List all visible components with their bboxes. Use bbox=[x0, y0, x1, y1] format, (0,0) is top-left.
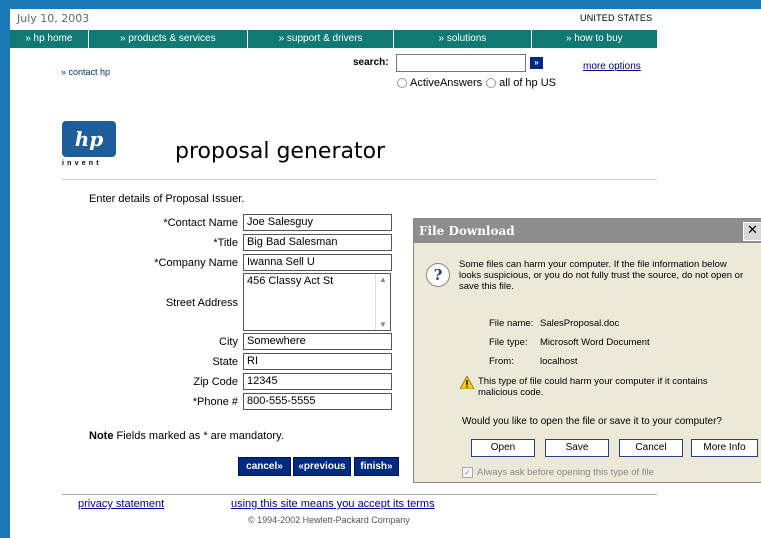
dialog-question: Would you like to open the file or save … bbox=[462, 416, 722, 427]
contact-hp-link[interactable]: » contact hp bbox=[61, 67, 110, 77]
note-bold: Note bbox=[89, 430, 114, 442]
always-ask-label: Always ask before opening this type of f… bbox=[477, 467, 654, 478]
date: July 10, 2003 bbox=[17, 12, 90, 25]
dialog-warning: This type of file could harm your comput… bbox=[478, 376, 708, 398]
more-options-link[interactable]: more options bbox=[583, 61, 641, 72]
radio-activeanswers-label: ActiveAnswers bbox=[410, 77, 483, 89]
nav-how-to-buy[interactable]: » how to buy bbox=[532, 30, 657, 48]
phone-label: *Phone # bbox=[192, 396, 238, 408]
zip-code-field[interactable]: 12345 bbox=[243, 373, 392, 390]
file-download-dialog: File Download ✕ ? Some files can harm yo… bbox=[413, 218, 761, 483]
arrow-icon: » bbox=[534, 58, 539, 67]
always-ask-checkbox[interactable]: ✓ bbox=[462, 467, 473, 478]
page: July 10, 2003 UNITED STATES » hp home » … bbox=[10, 9, 761, 538]
divider bbox=[62, 179, 657, 180]
scroll-down-icon[interactable]: ▼ bbox=[379, 320, 387, 329]
contact-name-label: *Contact Name bbox=[163, 217, 238, 229]
from-label: From: bbox=[489, 356, 514, 367]
form-intro: Enter details of Proposal Issuer. bbox=[89, 193, 245, 205]
hp-logo-mark: hp bbox=[74, 127, 104, 151]
cancel-button[interactable]: cancel» bbox=[238, 457, 291, 476]
hp-logo: hp bbox=[62, 121, 116, 157]
save-button[interactable]: Save bbox=[545, 439, 609, 457]
title-label: *Title bbox=[213, 237, 238, 249]
nav-products-services[interactable]: » products & services bbox=[89, 30, 248, 48]
phone-field[interactable]: 800-555-5555 bbox=[243, 393, 392, 410]
file-name-value: SalesProposal.doc bbox=[540, 318, 620, 329]
nav-hp-home[interactable]: » hp home bbox=[10, 30, 89, 48]
finish-button[interactable]: finish» bbox=[354, 457, 399, 476]
radio-all-hp-us[interactable] bbox=[486, 78, 497, 88]
company-name-label: *Company Name bbox=[154, 257, 238, 269]
title-field[interactable]: Big Bad Salesman bbox=[243, 234, 392, 251]
file-name-label: File name: bbox=[489, 318, 534, 329]
footer-divider bbox=[62, 494, 657, 495]
search-label: search: bbox=[353, 57, 389, 68]
privacy-statement-link[interactable]: privacy statement bbox=[78, 498, 164, 510]
radio-all-hp-us-label: all of hp US bbox=[499, 77, 557, 89]
state-label: State bbox=[212, 356, 238, 368]
dialog-cancel-button[interactable]: Cancel bbox=[619, 439, 683, 457]
page-title: proposal generator bbox=[175, 139, 386, 164]
search-scope: ActiveAnswers all of hp US bbox=[397, 77, 556, 89]
note-text: Fields marked as * are mandatory. bbox=[113, 430, 284, 442]
search-go-button[interactable]: » bbox=[530, 57, 543, 69]
street-address-value: 456 Classy Act St bbox=[247, 275, 334, 287]
always-ask-option: ✓ Always ask before opening this type of… bbox=[462, 467, 654, 478]
terms-link[interactable]: using this site means you accept its ter… bbox=[231, 498, 435, 510]
close-icon[interactable]: ✕ bbox=[743, 222, 761, 241]
question-icon: ? bbox=[426, 263, 450, 287]
nav-solutions[interactable]: » solutions bbox=[394, 30, 532, 48]
company-name-field[interactable]: Iwanna Sell U bbox=[243, 254, 392, 271]
city-label: City bbox=[219, 336, 238, 348]
contact-name-field[interactable]: Joe Salesguy bbox=[243, 214, 392, 231]
nav-support-drivers[interactable]: » support & drivers bbox=[248, 30, 395, 48]
street-address-label: Street Address bbox=[165, 297, 238, 309]
hp-logo-tagline: invent bbox=[62, 160, 102, 167]
copyright: © 1994-2002 Hewlett-Packard Company bbox=[248, 515, 410, 525]
zip-code-label: Zip Code bbox=[193, 376, 238, 388]
city-field[interactable]: Somewhere bbox=[243, 333, 392, 350]
mandatory-note: Note Fields marked as * are mandatory. bbox=[89, 430, 284, 442]
dialog-message: Some files can harm your computer. If th… bbox=[459, 259, 744, 292]
dialog-title: File Download bbox=[419, 224, 515, 238]
more-info-button[interactable]: More Info bbox=[691, 439, 758, 457]
top-navigation: » hp home » products & services » suppor… bbox=[10, 30, 657, 48]
file-type-value: Microsoft Word Document bbox=[540, 337, 650, 348]
open-button[interactable]: Open bbox=[471, 439, 535, 457]
textarea-scrollbar[interactable]: ▲ ▼ bbox=[375, 274, 390, 330]
previous-button[interactable]: «previous bbox=[293, 457, 351, 476]
street-address-field[interactable]: 456 Classy Act St ▲ ▼ bbox=[243, 273, 391, 331]
from-value: localhost bbox=[540, 356, 578, 367]
warning-icon bbox=[460, 376, 474, 389]
country-label[interactable]: UNITED STATES bbox=[580, 13, 652, 23]
radio-activeanswers[interactable] bbox=[397, 78, 407, 88]
search-input[interactable] bbox=[396, 54, 526, 72]
scroll-up-icon[interactable]: ▲ bbox=[379, 275, 387, 284]
state-field[interactable]: RI bbox=[243, 353, 392, 370]
dialog-titlebar[interactable]: File Download ✕ bbox=[414, 219, 761, 243]
file-type-label: File type: bbox=[489, 337, 528, 348]
